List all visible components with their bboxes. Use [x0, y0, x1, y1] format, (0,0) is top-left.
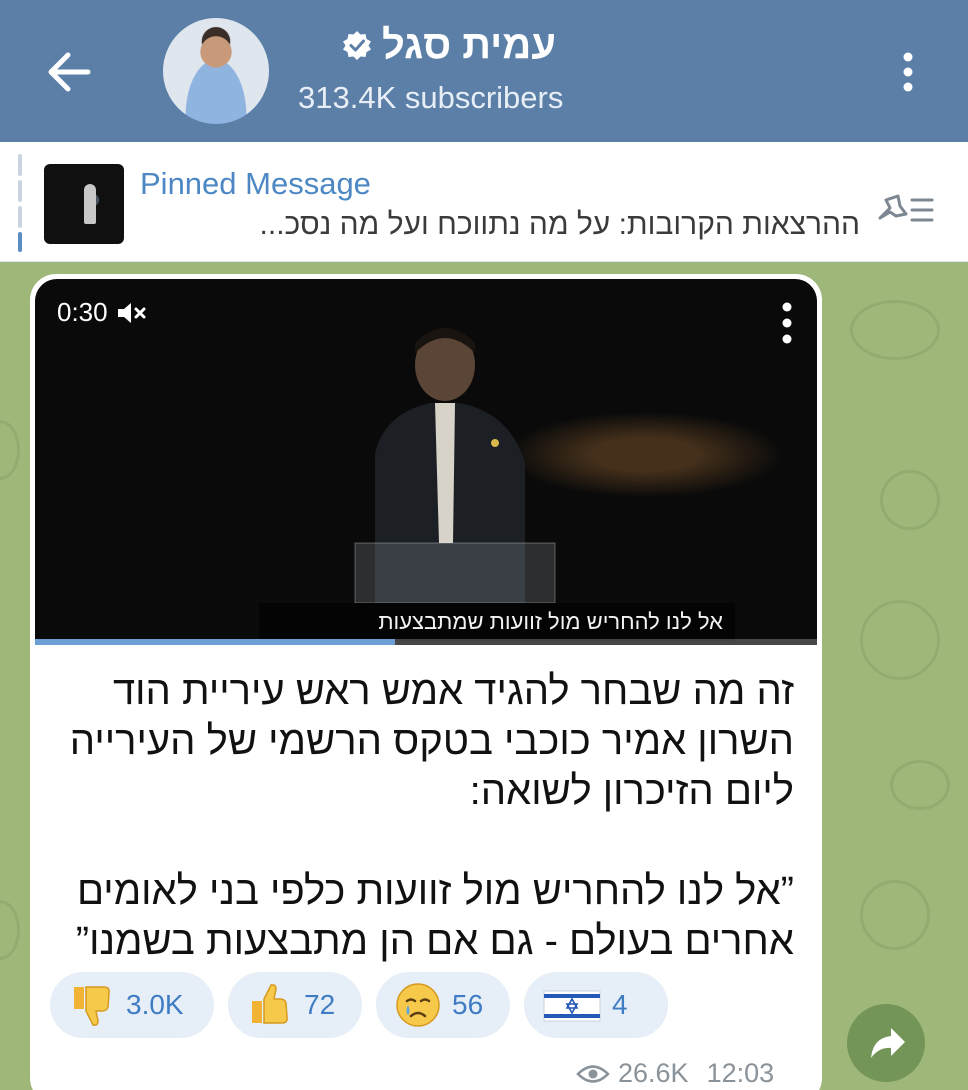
more-vertical-icon [782, 302, 792, 344]
video-options-button[interactable] [777, 299, 797, 347]
video-player[interactable]: 0:30 אל לנו להחריש מול זוועות שמתבצעות [35, 279, 817, 645]
background-pattern [0, 420, 20, 480]
back-button[interactable] [40, 46, 100, 98]
background-pattern [0, 900, 20, 960]
subscriber-count: 313.4K subscribers [298, 80, 564, 115]
video-progress[interactable] [35, 639, 817, 645]
background-pattern [850, 300, 940, 360]
video-time: 0:30 [57, 297, 108, 327]
background-pattern [890, 760, 950, 810]
pinned-title: Pinned Message [140, 166, 371, 201]
message-text: זה מה שבחר להגיד אמש ראש עיריית הוד השרו… [64, 666, 794, 966]
message-line: זה מה שבחר להגיד אמש ראש עיריית הוד [113, 669, 794, 713]
pinned-preview: ההרצאות הקרובות: על מה נתווכח ועל מה נסכ… [259, 208, 860, 241]
share-arrow-icon [871, 1028, 905, 1058]
message-line: ”אל לנו להחריש מול זוועות כלפי בני לאומי… [76, 869, 794, 913]
reaction-count: 72 [304, 989, 336, 1020]
reaction-count: 3.0K [126, 989, 184, 1020]
eye-icon [576, 1064, 610, 1083]
video-duration: 0:30 [57, 297, 148, 328]
reaction-count: 4 [612, 989, 628, 1020]
reaction-count: 56 [452, 989, 484, 1020]
speaker-figure [354, 328, 556, 603]
reaction-flag[interactable]: 4 [524, 972, 668, 1038]
share-button[interactable] [847, 1004, 925, 1082]
video-subtitle: אל לנו להחריש מול זוועות שמתבצעות [259, 603, 735, 641]
more-vertical-icon [903, 52, 913, 92]
message-bubble[interactable]: 0:30 אל לנו להחריש מול זוועות שמתבצעות ז… [30, 274, 822, 1090]
pinned-message-bar[interactable]: Pinned Message ההרצאות הקרובות: על מה נת… [0, 142, 968, 262]
message-line: ליום הזיכרון לשואה: [469, 769, 794, 813]
video-progress-fill [35, 639, 395, 645]
message-time: 12:03 [706, 1058, 775, 1088]
more-options-button[interactable] [893, 48, 923, 96]
background-pattern [860, 600, 940, 680]
pinned-list-button[interactable] [876, 188, 936, 232]
unpin-list-icon [878, 194, 934, 222]
channel-title[interactable]: עמית סגל [296, 20, 556, 70]
channel-avatar[interactable] [163, 18, 269, 124]
view-count: 26.6K [618, 1058, 689, 1088]
verified-badge-icon [342, 31, 371, 60]
thumbs-up-icon [252, 984, 288, 1024]
background-pattern [860, 880, 930, 950]
reaction-crying[interactable]: 56 [376, 972, 510, 1038]
pinned-indicator [18, 154, 22, 252]
pinned-thumbnail [44, 164, 124, 244]
reactions-row: 3.0K 72 56 4 [50, 972, 810, 1038]
channel-header: עמית סגל 313.4K subscribers [0, 0, 968, 142]
israel-flag-icon [543, 990, 601, 1022]
reaction-thumbs-down[interactable]: 3.0K [50, 972, 214, 1038]
crying-face-icon [396, 983, 440, 1027]
message-line: אחרים בעולם - גם אם הן מתבצעות בשמנו” [75, 919, 794, 963]
background-pattern [880, 470, 940, 530]
thumbs-down-icon [74, 986, 110, 1026]
reaction-thumbs-up[interactable]: 72 [228, 972, 362, 1038]
message-meta: 26.6K 12:03 [576, 1058, 774, 1089]
arrow-left-icon [48, 52, 91, 92]
speaker-muted-icon[interactable] [116, 300, 148, 326]
message-line: השרון אמיר כוכבי בטקס הרשמי של העירייה [69, 719, 794, 763]
channel-name: עמית סגל [381, 22, 556, 67]
